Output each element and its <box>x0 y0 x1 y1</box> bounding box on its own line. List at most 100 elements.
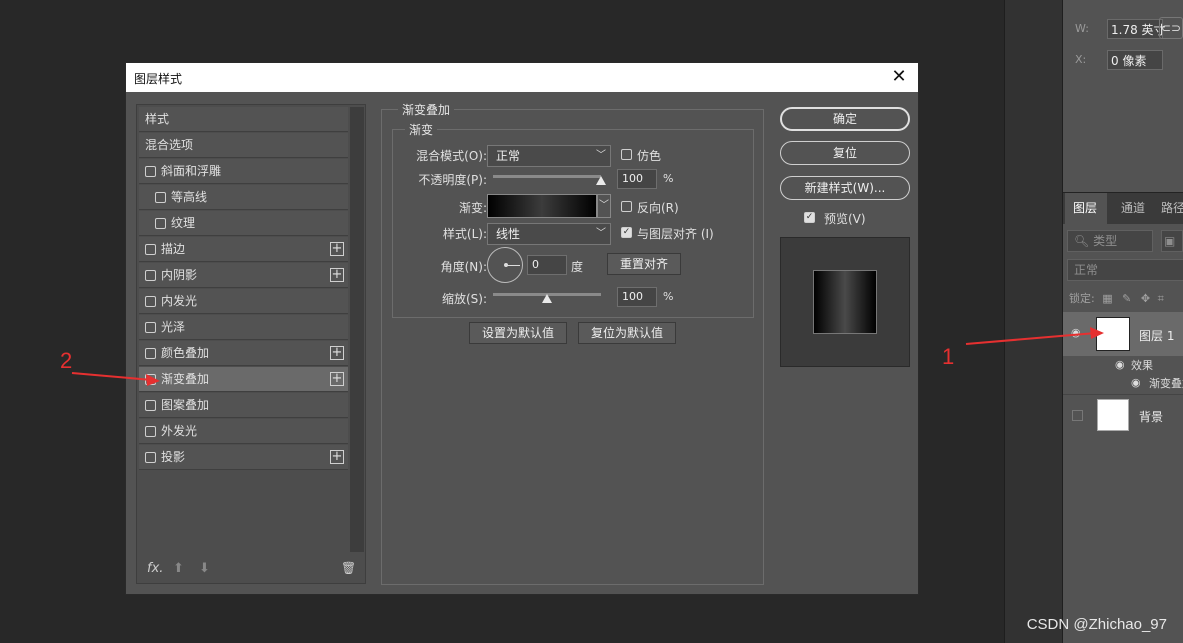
style-list-item[interactable]: 斜面和浮雕 <box>139 159 348 184</box>
opacity-input[interactable]: 100 <box>617 169 657 189</box>
gradient-picker[interactable] <box>487 194 597 218</box>
angle-dial[interactable] <box>487 247 523 283</box>
style-list-item[interactable]: 描边 + <box>139 237 348 262</box>
ok-button[interactable]: 确定 <box>780 107 910 131</box>
style-checkbox[interactable] <box>145 296 156 307</box>
style-list-item[interactable]: 等高线 <box>139 185 348 210</box>
style-checkbox[interactable] <box>145 166 156 177</box>
fx-icon[interactable]: fx. <box>147 561 163 576</box>
style-list-item[interactable]: 渐变叠加 + <box>139 367 348 392</box>
style-list-item[interactable]: 纹理 <box>139 211 348 236</box>
style-list-item-label: 纹理 <box>171 216 196 230</box>
x-input[interactable]: 0 像素 <box>1107 50 1163 70</box>
style-preview <box>780 237 910 367</box>
chevron-down-icon: ﹀ <box>596 228 606 239</box>
width-row: W: 1.78 英寸 <box>1075 19 1166 39</box>
visibility-toggle[interactable] <box>1072 410 1083 421</box>
style-checkbox[interactable] <box>145 244 156 255</box>
reset-button[interactable]: 复位 <box>780 141 910 165</box>
lock-artboard-icon[interactable]: ⌗ <box>1158 292 1164 305</box>
align-with-layer-label: 与图层对齐 (I) <box>637 227 714 241</box>
reverse-checkbox[interactable] <box>621 201 632 212</box>
reset-alignment-button[interactable]: 重置对齐 <box>607 253 681 275</box>
style-list-item[interactable]: 投影 + <box>139 445 348 470</box>
width-input[interactable]: 1.78 英寸 <box>1107 19 1166 39</box>
angle-unit: 度 <box>571 260 584 274</box>
style-checkbox[interactable] <box>145 452 156 463</box>
eye-icon[interactable]: ◉ <box>1115 358 1125 371</box>
style-list-item[interactable]: 混合选项 <box>139 133 348 158</box>
layer-row-1[interactable]: ◉ 图层 1 <box>1063 312 1183 356</box>
dialog-title-bar[interactable]: 图层样式 ✕ <box>126 63 918 92</box>
x-row: X: 0 像素 <box>1075 50 1163 70</box>
style-list-item-label: 颜色叠加 <box>161 346 210 360</box>
lock-row: 锁定: ▦ ✎ ✥ ⌗ <box>1069 290 1164 306</box>
blend-mode-select[interactable]: 正常 ﹀ <box>487 145 611 167</box>
style-list-item[interactable]: 光泽 <box>139 315 348 340</box>
lock-transparent-icon[interactable]: ▦ <box>1102 292 1112 305</box>
effect-item-row[interactable]: ◉ 渐变叠加 <box>1063 374 1183 392</box>
style-list-item[interactable]: 外发光 <box>139 419 348 444</box>
layer-thumbnail <box>1097 399 1129 431</box>
preview-label: 预览(V) <box>824 212 866 226</box>
style-list-item[interactable]: 内发光 <box>139 289 348 314</box>
trash-icon[interactable]: 🗑 <box>341 561 356 575</box>
dither-checkbox[interactable] <box>621 149 632 160</box>
preview-checkbox[interactable]: ✓ <box>804 212 815 223</box>
new-style-button[interactable]: 新建样式(W)... <box>780 176 910 200</box>
reset-default-button[interactable]: 复位为默认值 <box>578 322 676 344</box>
add-effect-icon[interactable]: + <box>330 242 344 256</box>
gradient-dropdown-icon[interactable]: ﹀ <box>597 194 611 218</box>
add-effect-icon[interactable]: + <box>330 346 344 360</box>
lock-move-icon[interactable]: ✥ <box>1141 292 1150 305</box>
layer-style-dialog: 图层样式 ✕ 样式 混合选项斜面和浮雕等高线纹理描边 + 内阴影 + 内发光光泽颜色叠加 +… <box>125 62 919 595</box>
style-checkbox[interactable] <box>155 218 166 229</box>
set-default-button[interactable]: 设置为默认值 <box>469 322 567 344</box>
move-up-icon[interactable]: ⬆ <box>173 561 184 576</box>
style-select[interactable]: 线性 ﹀ <box>487 223 611 245</box>
style-checkbox[interactable] <box>145 426 156 437</box>
blend-mode-select[interactable]: 正常 <box>1067 259 1183 281</box>
tab-channels[interactable]: 通道 <box>1115 193 1155 225</box>
scrollbar[interactable] <box>350 107 364 552</box>
style-checkbox[interactable] <box>145 270 156 281</box>
eye-icon[interactable]: ◉ <box>1071 326 1081 339</box>
close-icon[interactable]: ✕ <box>888 66 910 88</box>
gradient-overlay-fieldset: 渐变叠加 渐变 混合模式(O): 正常 ﹀ 仿色 不透明度(P): 100 % … <box>381 101 764 585</box>
scale-input[interactable]: 100 <box>617 287 657 307</box>
tab-paths[interactable]: 路径 <box>1159 193 1183 225</box>
style-checkbox[interactable] <box>145 374 156 385</box>
opacity-slider-track[interactable] <box>493 175 601 178</box>
lock-brush-icon[interactable]: ✎ <box>1122 292 1131 305</box>
align-with-layer-checkbox[interactable]: ✓ <box>621 227 632 238</box>
style-list-item-label: 斜面和浮雕 <box>161 164 222 178</box>
scale-slider-thumb[interactable] <box>542 294 552 303</box>
style-checkbox[interactable] <box>145 322 156 333</box>
chevron-down-icon: ﹀ <box>596 150 606 161</box>
angle-dial-hand <box>506 265 520 266</box>
style-list-item-label: 光泽 <box>161 320 186 334</box>
tab-layers[interactable]: 图层 <box>1065 193 1107 225</box>
layer-row-background[interactable]: 背景 <box>1063 394 1183 436</box>
layer-thumbnail <box>1096 317 1130 351</box>
add-effect-icon[interactable]: + <box>330 450 344 464</box>
style-list-item[interactable]: 样式 <box>139 107 348 132</box>
eye-icon[interactable]: ◉ <box>1131 376 1141 389</box>
angle-input[interactable]: 0 <box>527 255 567 275</box>
add-effect-icon[interactable]: + <box>330 372 344 386</box>
opacity-slider-thumb[interactable] <box>596 176 606 185</box>
gradient-label: 渐变: <box>458 201 487 215</box>
image-filter-icon[interactable]: ▣ <box>1161 230 1183 252</box>
link-icon[interactable]: ⊂⊃ <box>1159 17 1183 39</box>
style-checkbox[interactable] <box>145 348 156 359</box>
scale-unit: % <box>663 290 674 303</box>
layer-filter-select[interactable]: 🔍︎ 类型 <box>1067 230 1153 252</box>
style-list-item[interactable]: 图案叠加 <box>139 393 348 418</box>
effects-row[interactable]: ◉ 效果 <box>1063 356 1183 374</box>
style-list-item[interactable]: 颜色叠加 + <box>139 341 348 366</box>
style-list-item[interactable]: 内阴影 + <box>139 263 348 288</box>
add-effect-icon[interactable]: + <box>330 268 344 282</box>
style-checkbox[interactable] <box>155 192 166 203</box>
style-checkbox[interactable] <box>145 400 156 411</box>
move-down-icon[interactable]: ⬇ <box>199 561 210 576</box>
